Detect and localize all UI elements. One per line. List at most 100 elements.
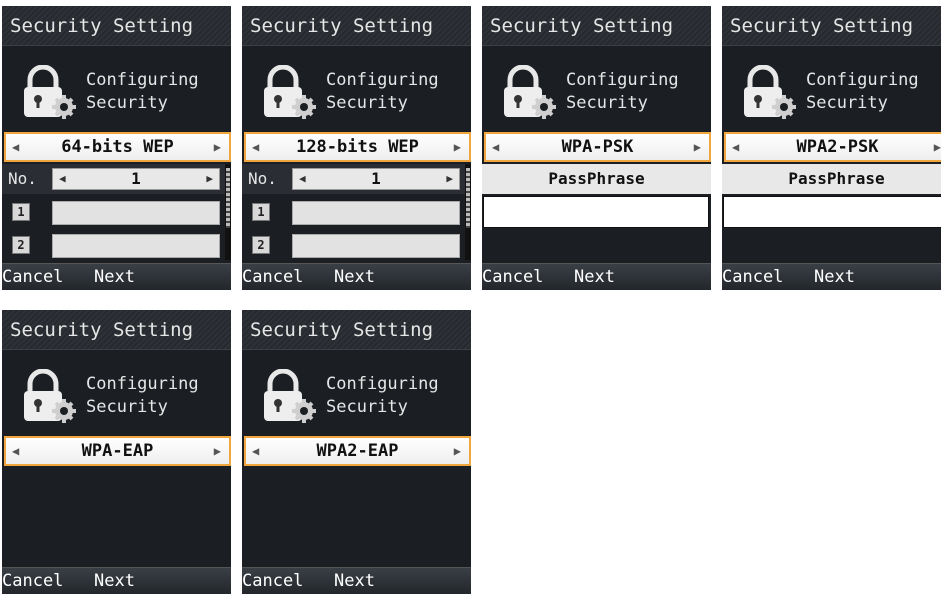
lock-gear-icon [264,65,316,119]
cancel-button[interactable]: Cancel [2,568,63,594]
key-2-input[interactable] [292,234,460,258]
arrow-right-icon[interactable]: ▶ [694,134,701,160]
softkey-bar: Cancel Next [2,263,231,290]
security-mode-label: WPA-PSK [561,137,634,157]
cancel-button[interactable]: Cancel [242,568,303,594]
arrow-left-icon[interactable]: ◀ [12,438,19,464]
config-text: Configuring Security [86,373,199,419]
lock-gear-icon [24,369,76,423]
lock-gear-icon [24,65,76,119]
screen-64-bits-wep: Security Setting Configuring Security ◀ … [2,6,231,290]
next-button[interactable]: Next [574,264,615,290]
passphrase-input[interactable] [723,196,941,228]
arrow-right-icon[interactable]: ▶ [454,134,461,160]
next-button[interactable]: Next [94,568,135,594]
lock-gear-icon [504,65,556,119]
key-1-badge: 1 [252,203,270,221]
config-text: Configuring Security [566,69,679,115]
arrow-left-icon[interactable]: ◀ [252,438,259,464]
arrow-left-icon[interactable]: ◀ [732,134,739,160]
softkey-bar: Cancel Next [482,263,711,290]
key-1-input[interactable] [52,201,220,225]
arrow-right-icon[interactable]: ▶ [214,134,221,160]
config-text: Configuring Security [326,373,439,419]
arrow-right-icon[interactable]: ▶ [446,169,453,189]
screen-wpa-eap: Security Setting Configuring Security ◀ … [2,310,231,594]
screen-wpa2-eap: Security Setting Configuring Security ◀ … [242,310,471,594]
next-button[interactable]: Next [334,264,375,290]
config-line1: Configuring [86,374,199,394]
cancel-button[interactable]: Cancel [482,264,543,290]
arrow-right-icon[interactable]: ▶ [934,134,941,160]
title-bar: Security Setting [2,6,231,46]
scrollbar-thumb[interactable] [466,168,470,228]
security-mode-selector[interactable]: ◀ WPA2-PSK ▶ [724,132,941,162]
scrollbar-thumb[interactable] [226,168,230,228]
config-line2: Security [86,93,168,113]
key-2-badge: 2 [252,236,270,254]
key-number-selector[interactable]: ◀ 1 ▶ [52,168,220,190]
lock-gear-icon [744,65,796,119]
hero-area: Configuring Security [242,351,471,435]
key-1-input[interactable] [292,201,460,225]
key-row-1: 1 [242,197,471,227]
security-mode-selector[interactable]: ◀ 64-bits WEP ▶ [4,132,231,162]
arrow-right-icon[interactable]: ▶ [454,438,461,464]
cancel-button[interactable]: Cancel [2,264,63,290]
arrow-left-icon[interactable]: ◀ [252,134,259,160]
arrow-left-icon[interactable]: ◀ [492,134,499,160]
key-number-selector[interactable]: ◀ 1 ▶ [292,168,460,190]
passphrase-label: PassPhrase [722,164,941,194]
config-line1: Configuring [806,70,919,90]
key-number-label: No. [248,169,277,188]
softkey-bar: Cancel Next [242,263,471,290]
config-line2: Security [566,93,648,113]
key-row-2: 2 [2,230,231,260]
title-bar: Security Setting [2,310,231,350]
config-line2: Security [806,93,888,113]
softkey-bar: Cancel Next [2,567,231,594]
cancel-button[interactable]: Cancel [242,264,303,290]
next-button[interactable]: Next [334,568,375,594]
hero-area: Configuring Security [2,47,231,131]
config-text: Configuring Security [86,69,199,115]
next-button[interactable]: Next [94,264,135,290]
key-row-1: 1 [2,197,231,227]
lock-gear-icon [264,369,316,423]
title-bar: Security Setting [242,6,471,46]
security-mode-label: 64-bits WEP [61,137,174,157]
key-2-input[interactable] [52,234,220,258]
config-line2: Security [86,397,168,417]
key-2-badge: 2 [12,236,30,254]
security-mode-selector[interactable]: ◀ WPA-EAP ▶ [4,436,231,466]
security-mode-label: WPA2-PSK [796,137,879,157]
screen-wpa-psk: Security Setting Configuring Security ◀ … [482,6,711,290]
softkey-bar: Cancel Next [242,567,471,594]
softkey-bar: Cancel Next [722,263,941,290]
config-line2: Security [326,397,408,417]
key-number-label: No. [8,169,37,188]
passphrase-label: PassPhrase [482,164,711,194]
config-text: Configuring Security [326,69,439,115]
next-button[interactable]: Next [814,264,855,290]
arrow-right-icon[interactable]: ▶ [214,438,221,464]
security-mode-selector[interactable]: ◀ WPA2-EAP ▶ [244,436,471,466]
cancel-button[interactable]: Cancel [722,264,783,290]
arrow-left-icon[interactable]: ◀ [12,134,19,160]
scrollbar[interactable] [465,164,471,260]
arrow-right-icon[interactable]: ▶ [206,169,213,189]
security-mode-selector[interactable]: ◀ 128-bits WEP ▶ [244,132,471,162]
config-line2: Security [326,93,408,113]
passphrase-input[interactable] [483,196,709,228]
scrollbar[interactable] [225,164,231,260]
security-mode-label: WPA-EAP [81,441,154,461]
title-bar: Security Setting [482,6,711,46]
screen-128-bits-wep: Security Setting Configuring Security ◀ … [242,6,471,290]
key-number-value: 1 [131,169,141,188]
config-line1: Configuring [326,374,439,394]
security-mode-selector[interactable]: ◀ WPA-PSK ▶ [484,132,711,162]
title-bar: Security Setting [722,6,941,46]
hero-area: Configuring Security [482,47,711,131]
security-mode-label: WPA2-EAP [316,441,399,461]
screen-wpa2-psk: Security Setting Configuring Security ◀ … [722,6,941,290]
